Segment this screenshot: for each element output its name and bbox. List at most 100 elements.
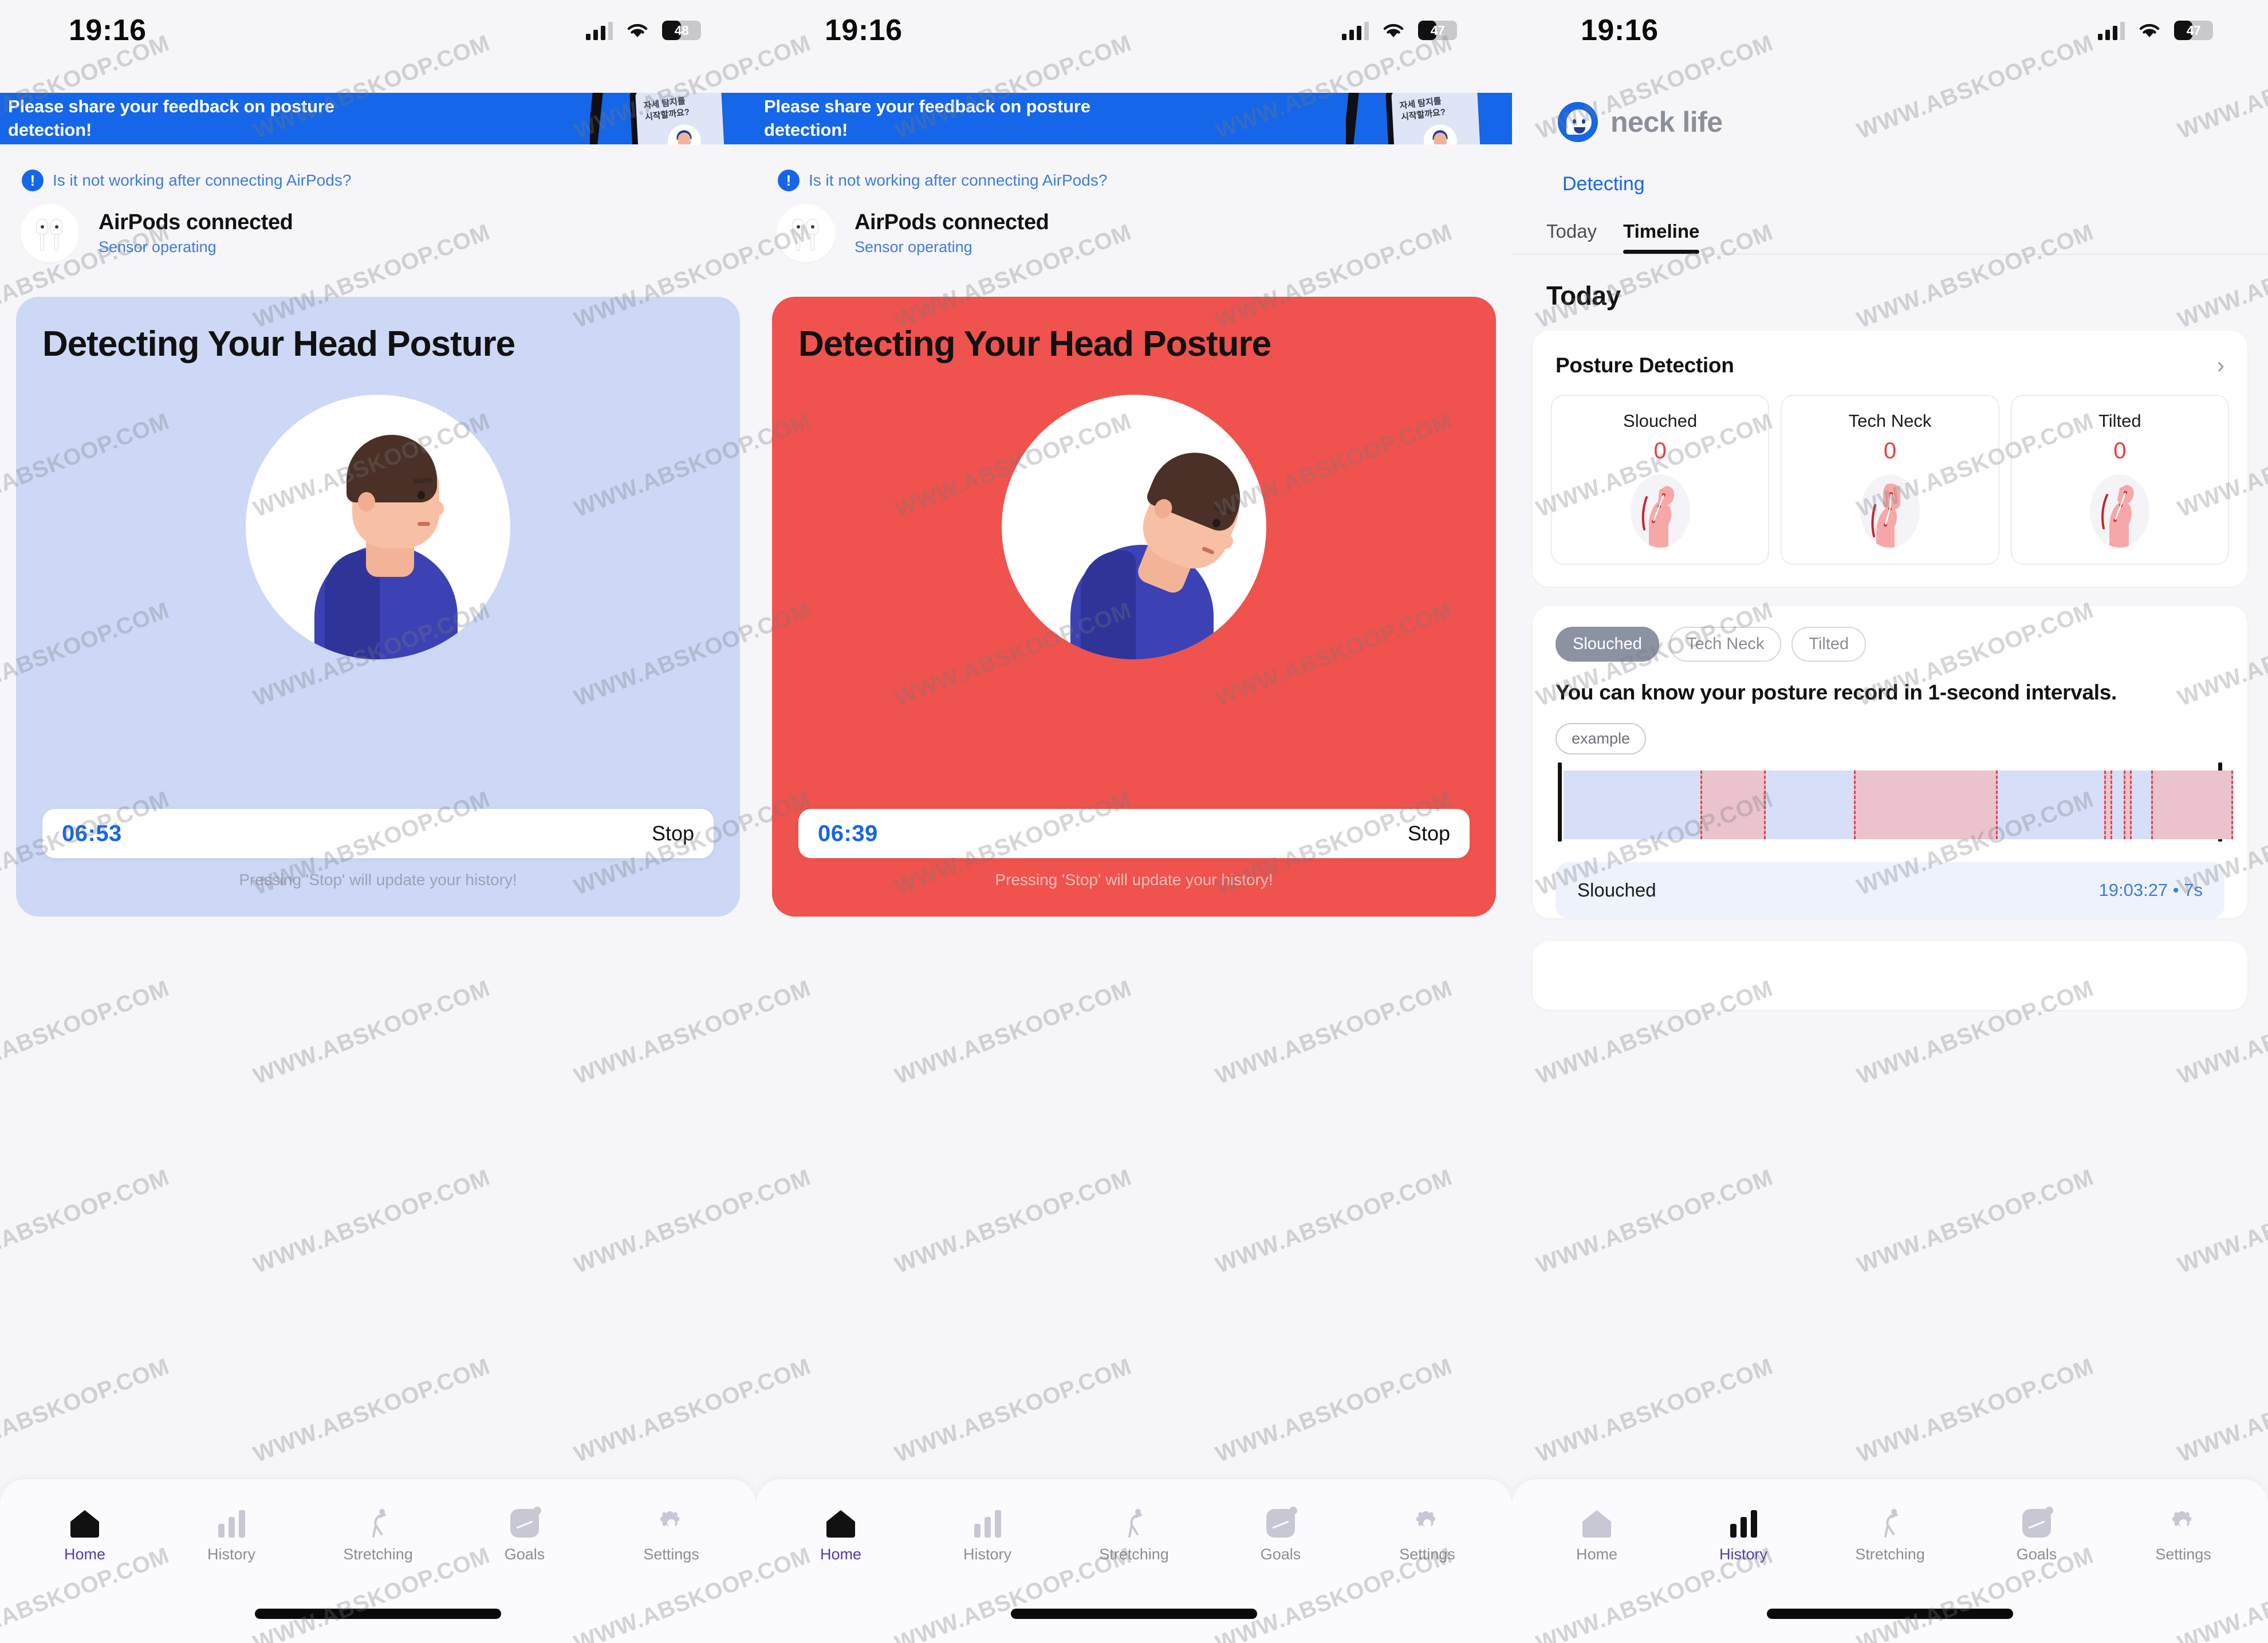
nav-label-home: Home xyxy=(64,1546,106,1563)
section-title: Today xyxy=(1546,281,1621,310)
nav-item-history[interactable]: History xyxy=(914,1504,1061,1563)
device-title: AirPods connected xyxy=(99,210,293,234)
chip-tech-neck[interactable]: Tech Neck xyxy=(1669,627,1782,662)
hero-note: Pressing 'Stop' will update your history… xyxy=(995,871,1273,889)
airpods-help-link[interactable]: ! Is it not working after connecting Air… xyxy=(756,144,1512,191)
battery-percent: 47 xyxy=(1430,22,1445,38)
timeline-track xyxy=(1564,771,2233,840)
airpods-icon xyxy=(777,204,835,262)
chip-slouched[interactable]: Slouched xyxy=(1556,627,1659,662)
nav-item-home[interactable]: Home xyxy=(11,1504,158,1563)
goals-chart-icon xyxy=(2022,1504,2053,1538)
status-bar: 19:16 48 xyxy=(0,0,756,61)
posture-stat-slouched[interactable]: Slouched 0 xyxy=(1551,395,1770,565)
slouched-posture-icon xyxy=(1630,474,1690,548)
posture-stat-label: Tech Neck xyxy=(1848,411,1932,431)
device-subtitle: Sensor operating xyxy=(855,238,972,256)
status-time: 19:16 xyxy=(825,14,903,47)
airpods-help-link[interactable]: ! Is it not working after connecting Air… xyxy=(0,144,756,191)
nav-label-stretching: Stretching xyxy=(1099,1546,1169,1563)
nav-item-history[interactable]: History xyxy=(1670,1504,1817,1563)
screenshot-stage: 19:16 48 Please share your feedback on p… xyxy=(0,0,2268,1643)
phone-panel-detecting-good: 19:16 48 Please share your feedback on p… xyxy=(0,0,756,1643)
nav-item-home[interactable]: Home xyxy=(1523,1504,1670,1563)
goals-chart-icon xyxy=(510,1504,541,1538)
timeline-record-row[interactable]: Slouched 19:03:27 • 7s xyxy=(1556,862,2224,919)
detecting-link[interactable]: Detecting xyxy=(1512,142,2268,195)
timeline-card: Slouched Tech Neck Tilted You can know y… xyxy=(1533,606,2247,919)
battery-percent: 47 xyxy=(2186,22,2201,38)
record-posture-name: Slouched xyxy=(1577,879,1656,901)
chevron-right-icon[interactable]: › xyxy=(2217,354,2224,377)
home-icon xyxy=(1582,1504,1611,1538)
tab-today[interactable]: Today xyxy=(1546,221,1597,254)
nav-item-settings[interactable]: Settings xyxy=(1354,1504,1501,1563)
nav-label-history: History xyxy=(207,1546,255,1563)
detection-hero-card: Detecting Your Head Posture 06:39 Stop P… xyxy=(772,297,1496,917)
posture-stat-tilted[interactable]: Tilted 0 xyxy=(2010,395,2229,565)
banner-text: Please share your feedback on posture de… xyxy=(8,96,334,140)
device-status-row[interactable]: AirPods connected Sensor operating xyxy=(0,191,756,262)
posture-detection-card[interactable]: Posture Detection › Slouched 0 Tech Neck… xyxy=(1533,331,2247,587)
next-card-stub xyxy=(1533,941,2247,1011)
app-name: neck life xyxy=(1611,106,1723,138)
timeline-segment xyxy=(2124,771,2132,840)
home-icon xyxy=(826,1504,855,1538)
timeline-segment xyxy=(2104,771,2112,840)
session-timer-value: 06:53 xyxy=(62,820,122,846)
nav-item-goals[interactable]: Goals xyxy=(451,1504,598,1563)
session-timer-bar[interactable]: 06:39 Stop xyxy=(798,809,1470,858)
status-indicators: 47 xyxy=(2098,21,2213,40)
stretching-person-icon xyxy=(364,1504,392,1538)
tab-timeline[interactable]: Timeline xyxy=(1623,221,1700,254)
stop-button[interactable]: Stop xyxy=(1408,822,1450,846)
feedback-banner[interactable]: Please share your feedback on posture de… xyxy=(756,93,1512,144)
nav-item-settings[interactable]: Settings xyxy=(598,1504,745,1563)
nav-label-home: Home xyxy=(820,1546,862,1563)
airpods-help-text: Is it not working after connecting AirPo… xyxy=(809,171,1108,189)
example-badge: example xyxy=(1556,723,1647,755)
tilted-posture-icon xyxy=(2090,474,2150,548)
battery-icon: 48 xyxy=(662,21,701,40)
nav-item-stretching[interactable]: Stretching xyxy=(305,1504,451,1563)
chip-tilted[interactable]: Tilted xyxy=(1791,627,1867,662)
nav-item-stretching[interactable]: Stretching xyxy=(1817,1504,1963,1563)
wifi-icon xyxy=(1381,21,1405,40)
nav-item-stretching[interactable]: Stretching xyxy=(1061,1504,1207,1563)
nav-label-settings: Settings xyxy=(2155,1546,2211,1563)
nav-label-history: History xyxy=(963,1546,1011,1563)
session-timer-value: 06:39 xyxy=(818,820,878,846)
cellular-signal-icon xyxy=(2098,21,2125,40)
nav-item-settings[interactable]: Settings xyxy=(2110,1504,2257,1563)
phone-panel-history-timeline: 19:16 47 neck life Detecting Today Timel… xyxy=(1512,0,2268,1643)
nav-item-home[interactable]: Home xyxy=(767,1504,914,1563)
banner-artwork: 자세 탐지를 시작할까요? xyxy=(590,93,756,144)
tech-neck-posture-icon xyxy=(1860,474,1920,548)
hero-title: Detecting Your Head Posture xyxy=(798,324,1271,364)
home-indicator xyxy=(255,1609,501,1619)
hero-title: Detecting Your Head Posture xyxy=(42,324,515,364)
nav-label-history: History xyxy=(1719,1546,1767,1563)
posture-stat-count: 0 xyxy=(1883,438,1897,463)
session-timer-bar[interactable]: 06:53 Stop xyxy=(42,809,714,858)
posture-stat-count: 0 xyxy=(1653,438,1667,463)
history-tabs: Today Timeline xyxy=(1512,195,2268,254)
device-status-row[interactable]: AirPods connected Sensor operating xyxy=(756,191,1512,262)
hero-note: Pressing 'Stop' will update your history… xyxy=(239,871,517,889)
app-brand: neck life xyxy=(1512,61,2268,142)
bottom-nav: Home History Stretching Goals Settings xyxy=(756,1479,1512,1643)
battery-percent: 48 xyxy=(674,22,689,38)
nav-item-history[interactable]: History xyxy=(158,1504,305,1563)
posture-stat-tech-neck[interactable]: Tech Neck 0 xyxy=(1781,395,1999,565)
airpods-help-text: Is it not working after connecting AirPo… xyxy=(53,171,352,189)
status-indicators: 47 xyxy=(1342,21,1457,40)
nav-item-goals[interactable]: Goals xyxy=(1963,1504,2110,1563)
posture-timeline-chart[interactable] xyxy=(1558,762,2233,842)
stop-button[interactable]: Stop xyxy=(652,822,694,846)
nav-item-goals[interactable]: Goals xyxy=(1207,1504,1354,1563)
feedback-banner[interactable]: Please share your feedback on posture de… xyxy=(0,93,756,144)
home-icon xyxy=(70,1504,99,1538)
nav-label-stretching: Stretching xyxy=(1855,1546,1925,1563)
timeline-description: You can know your posture record in 1-se… xyxy=(1556,681,2117,704)
record-time-duration: 19:03:27 • 7s xyxy=(2098,880,2203,901)
